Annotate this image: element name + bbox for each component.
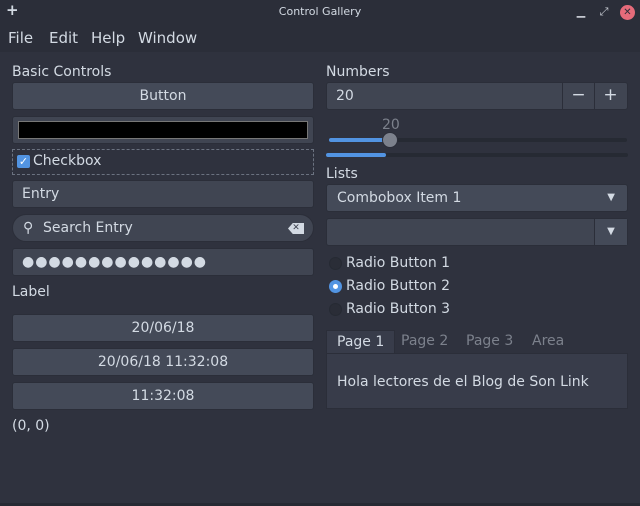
tab-content-text: Hola lectores de el Blog de Son Link: [337, 374, 589, 390]
slider-value-label: 20: [382, 117, 400, 133]
tab-area[interactable]: Area: [522, 330, 574, 354]
coords-label: (0, 0): [12, 418, 50, 434]
combobox[interactable]: Combobox Item 1 ▼: [326, 184, 628, 212]
maximize-button[interactable]: ⤢: [596, 4, 612, 20]
tab-page-2[interactable]: Page 2: [391, 330, 458, 354]
menu-window[interactable]: Window: [138, 29, 197, 47]
chevron-down-icon: ▼: [607, 192, 615, 203]
search-placeholder: Search Entry: [43, 220, 133, 236]
radio-label: Radio Button 3: [346, 301, 451, 317]
window-title: Control Gallery: [278, 5, 362, 18]
color-button[interactable]: [12, 116, 314, 144]
slider-fill: [329, 138, 386, 142]
color-swatch: [18, 121, 308, 139]
search-icon: ⚲: [23, 220, 34, 236]
checkbox-label: Checkbox: [33, 153, 102, 169]
decrement-button[interactable]: −: [562, 83, 594, 109]
radio-indicator[interactable]: [329, 257, 342, 270]
menu-edit[interactable]: Edit: [49, 29, 78, 47]
lists-heading: Lists: [326, 166, 358, 182]
title-bar: + Control Gallery ▁ ⤢ ✕: [0, 0, 640, 24]
time-button[interactable]: 11:32:08: [12, 382, 314, 410]
basic-button[interactable]: Button: [12, 82, 314, 110]
radio-label: Radio Button 1: [346, 255, 451, 271]
radio-button-2[interactable]: Radio Button 2: [329, 277, 529, 297]
combobox-value: Combobox Item 1: [337, 190, 462, 206]
radio-button-1[interactable]: Radio Button 1: [329, 254, 529, 274]
progress-fill: [326, 153, 386, 157]
editable-combobox[interactable]: ▼: [326, 218, 628, 246]
radio-indicator[interactable]: [329, 303, 342, 316]
tab-page-1[interactable]: Page 1: [326, 330, 396, 354]
datetime-button[interactable]: 20/06/18 11:32:08: [12, 348, 314, 376]
notebook-tabs: Page 1 Page 2 Page 3 Area: [326, 330, 628, 354]
menu-bar: File Edit Help Window: [0, 24, 640, 52]
date-button[interactable]: 20/06/18: [12, 314, 314, 342]
check-icon[interactable]: ✓: [17, 155, 30, 168]
tab-page-3[interactable]: Page 3: [456, 330, 523, 354]
password-field[interactable]: ●●●●●●●●●●●●●●: [12, 248, 314, 276]
label-text: Label: [12, 284, 50, 300]
radio-indicator[interactable]: [329, 280, 342, 293]
numbers-heading: Numbers: [326, 64, 390, 80]
spin-value[interactable]: 20: [336, 88, 354, 104]
radio-button-3[interactable]: Radio Button 3: [329, 300, 529, 320]
search-input[interactable]: ⚲ Search Entry ✕: [12, 214, 314, 242]
minimize-button[interactable]: ▁: [573, 4, 589, 20]
clear-icon[interactable]: ✕: [288, 223, 304, 234]
checkbox[interactable]: ✓ Checkbox: [12, 149, 314, 175]
increment-button[interactable]: +: [594, 83, 626, 109]
menu-file[interactable]: File: [8, 29, 33, 47]
chevron-down-icon[interactable]: ▼: [594, 219, 627, 245]
radio-label: Radio Button 2: [346, 278, 451, 294]
spin-button[interactable]: 20 − +: [326, 82, 628, 110]
basic-controls-heading: Basic Controls: [12, 64, 112, 80]
entry-field[interactable]: Entry: [12, 180, 314, 208]
menu-help[interactable]: Help: [91, 29, 125, 47]
close-button[interactable]: ✕: [620, 5, 635, 20]
tab-panel: Hola lectores de el Blog de Son Link: [326, 353, 628, 409]
slider-handle[interactable]: [382, 132, 398, 148]
